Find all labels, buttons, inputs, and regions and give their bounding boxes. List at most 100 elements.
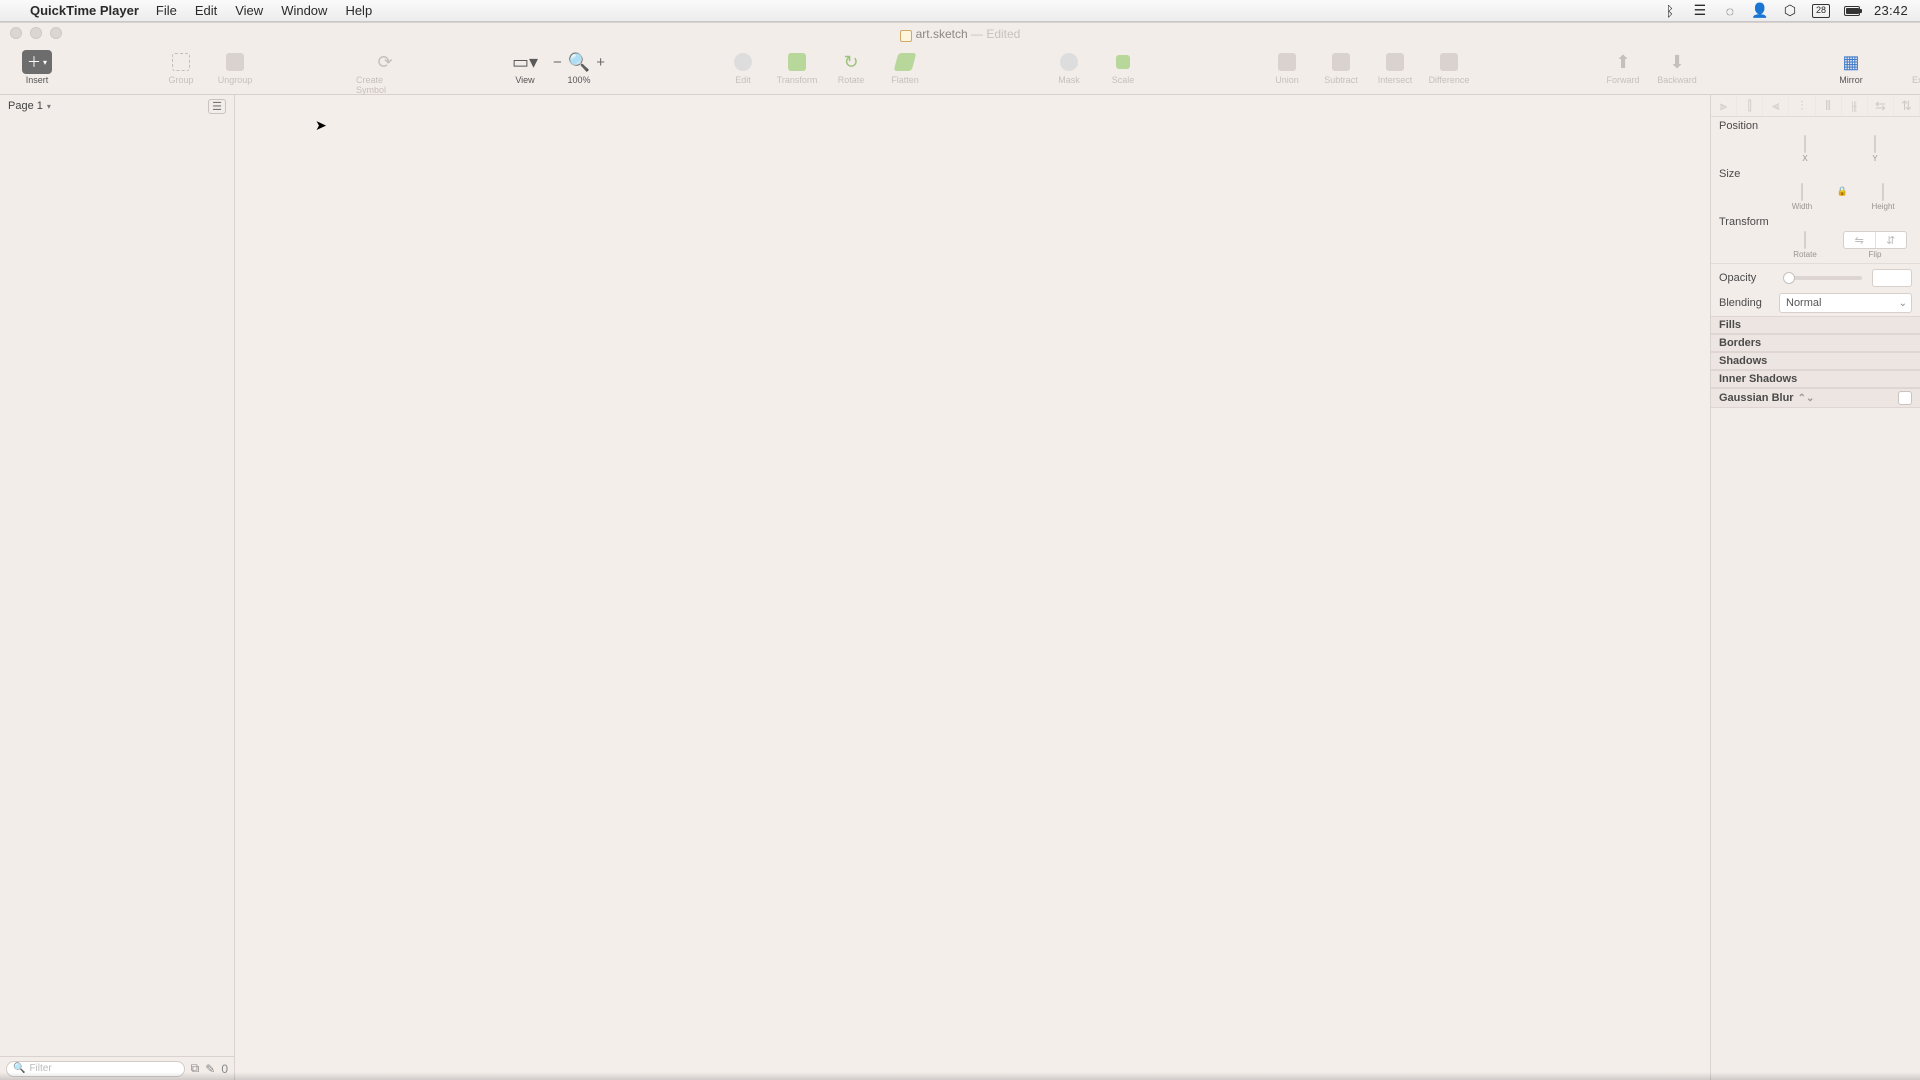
toolbar-flatten[interactable]: Flatten: [882, 49, 928, 85]
mirror-icon: ▦: [1842, 49, 1859, 75]
align-top-icon[interactable]: ⫶: [1789, 95, 1815, 116]
menu-view[interactable]: View: [226, 3, 272, 18]
opacity-slider[interactable]: [1783, 276, 1862, 280]
align-hcenter-icon[interactable]: ⫿: [1737, 95, 1763, 116]
size-lock-icon[interactable]: 🔒: [1837, 183, 1848, 211]
edit-icon: [734, 53, 752, 71]
dropbox-icon[interactable]: ⬡: [1782, 3, 1798, 19]
toolbar-scale[interactable]: Scale: [1100, 49, 1146, 85]
group-icon: [172, 53, 190, 71]
menu-window[interactable]: Window: [272, 3, 336, 18]
toolbar-export[interactable]: ⇪Export: [1902, 49, 1920, 85]
sync-circle-icon[interactable]: ◌: [1722, 3, 1738, 19]
toolbar-view[interactable]: ▭▾ View: [502, 49, 548, 85]
flatten-icon: [894, 53, 917, 71]
canvas[interactable]: ➤: [235, 95, 1710, 1080]
transform-label: Transform: [1719, 216, 1773, 228]
toolbar-backward[interactable]: ⬇Backward: [1654, 49, 1700, 85]
intersect-icon: [1386, 53, 1404, 71]
chevron-down-icon: ▾: [47, 102, 51, 111]
blur-stepper-icon[interactable]: ⌃⌄: [1798, 393, 1815, 404]
position-y-sublabel: Y: [1872, 154, 1877, 163]
section-fills[interactable]: Fills: [1711, 316, 1920, 334]
section-inner-shadows[interactable]: Inner Shadows: [1711, 370, 1920, 388]
calendar-icon[interactable]: 28: [1812, 4, 1830, 18]
mask-icon: [1060, 53, 1078, 71]
toolbar-mask[interactable]: Mask: [1046, 49, 1092, 85]
rotate-input[interactable]: [1804, 231, 1806, 249]
bluetooth-icon[interactable]: ᛒ: [1662, 3, 1678, 19]
menu-clock[interactable]: 23:42: [1874, 3, 1908, 18]
zoom-in-icon[interactable]: +: [596, 54, 605, 71]
dock-hint: [0, 1072, 1920, 1080]
align-right-icon[interactable]: ⫷: [1763, 95, 1789, 116]
distribute-v-icon[interactable]: ⇅: [1894, 95, 1920, 116]
user-icon[interactable]: 👤: [1752, 3, 1768, 19]
select-caret-icon: ⌄: [1899, 298, 1907, 309]
toolbar-group[interactable]: Group: [158, 49, 204, 85]
ungroup-icon: [226, 53, 244, 71]
section-gaussian-blur[interactable]: Gaussian Blur ⌃⌄: [1711, 388, 1920, 408]
toolbar-forward[interactable]: ⬆Forward: [1600, 49, 1646, 85]
blending-select[interactable]: Normal ⌄: [1779, 293, 1912, 313]
align-vcenter-icon[interactable]: ⫴: [1816, 95, 1842, 116]
toolbar-transform[interactable]: Transform: [774, 49, 820, 85]
toolbar-edit[interactable]: Edit: [720, 49, 766, 85]
menu-help[interactable]: Help: [336, 3, 381, 18]
blending-label: Blending: [1719, 297, 1773, 309]
document-edited-indicator: — Edited: [971, 27, 1020, 41]
page-list-icon[interactable]: ☰: [208, 99, 226, 114]
height-sublabel: Height: [1871, 202, 1894, 211]
toolbar-subtract[interactable]: Subtract: [1318, 49, 1364, 85]
section-borders[interactable]: Borders: [1711, 334, 1920, 352]
menu-edit[interactable]: Edit: [186, 3, 226, 18]
toolbar-ungroup[interactable]: Ungroup: [212, 49, 258, 85]
app-menu[interactable]: QuickTime Player: [22, 3, 147, 18]
battery-icon[interactable]: [1844, 3, 1860, 19]
flip-segmented[interactable]: ⇋⇵: [1843, 231, 1907, 249]
gaussian-enable-checkbox[interactable]: [1898, 391, 1912, 405]
toolbar-union[interactable]: Union: [1264, 49, 1310, 85]
align-toolbar: ⫸ ⫿ ⫷ ⫶ ⫴ ⫵ ⇆ ⇅: [1711, 95, 1920, 117]
layers-sidebar: Page 1 ▾ ☰ 🔍 Filter ⧉ ✎ 0: [0, 95, 235, 1080]
blending-value: Normal: [1786, 297, 1821, 309]
toolbar-intersect[interactable]: Intersect: [1372, 49, 1418, 85]
toolbar-insert[interactable]: ＋▾ Insert: [14, 49, 60, 85]
layers-list[interactable]: [0, 117, 234, 1056]
opacity-label: Opacity: [1719, 272, 1773, 284]
toolbar-difference[interactable]: Difference: [1426, 49, 1472, 85]
gaussian-label: Gaussian Blur: [1719, 392, 1794, 404]
toolbar-mirror[interactable]: ▦Mirror: [1828, 49, 1874, 85]
flip-v-icon[interactable]: ⇵: [1876, 232, 1907, 248]
position-y-input[interactable]: [1874, 135, 1876, 153]
zoom-out-icon[interactable]: −: [553, 54, 562, 71]
align-bottom-icon[interactable]: ⫵: [1842, 95, 1868, 116]
toolbar-create-symbol[interactable]: ⟳ Create Symbol: [356, 49, 414, 95]
toolbar: ＋▾ Insert Group Ungroup ⟳ Create Symbol …: [0, 45, 1920, 95]
flip-sublabel: Flip: [1869, 250, 1882, 259]
distribute-h-icon[interactable]: ⇆: [1868, 95, 1894, 116]
menu-list-icon[interactable]: ☰: [1692, 3, 1708, 19]
transform-icon: [788, 53, 806, 71]
scale-icon: [1116, 55, 1130, 69]
page-selector[interactable]: Page 1 ▾ ☰: [0, 95, 234, 117]
width-sublabel: Width: [1792, 202, 1812, 211]
section-shadows[interactable]: Shadows: [1711, 352, 1920, 370]
artboard-icon: ▭▾: [512, 53, 538, 71]
toolbar-zoom[interactable]: − 🔍 + 100%: [556, 49, 602, 85]
window-traffic-lights[interactable]: [10, 27, 62, 39]
align-left-icon[interactable]: ⫸: [1711, 95, 1737, 116]
position-x-input[interactable]: [1804, 135, 1806, 153]
menu-file[interactable]: File: [147, 3, 186, 18]
menubar-extras: ᛒ ☰ ◌ 👤 ⬡ 28 23:42: [1662, 3, 1912, 19]
sketch-window: art.sketch — Edited ＋▾ Insert Group Ungr…: [0, 22, 1920, 1080]
rotate-icon: ↻: [843, 53, 858, 71]
width-input[interactable]: [1801, 183, 1803, 201]
symbol-icon: ⟳: [377, 53, 392, 71]
mouse-cursor-icon: ➤: [315, 117, 327, 134]
document-title: art.sketch: [916, 27, 968, 41]
toolbar-rotate[interactable]: ↻Rotate: [828, 49, 874, 85]
height-input[interactable]: [1882, 183, 1884, 201]
opacity-input[interactable]: [1872, 269, 1912, 287]
flip-h-icon[interactable]: ⇋: [1844, 232, 1876, 248]
